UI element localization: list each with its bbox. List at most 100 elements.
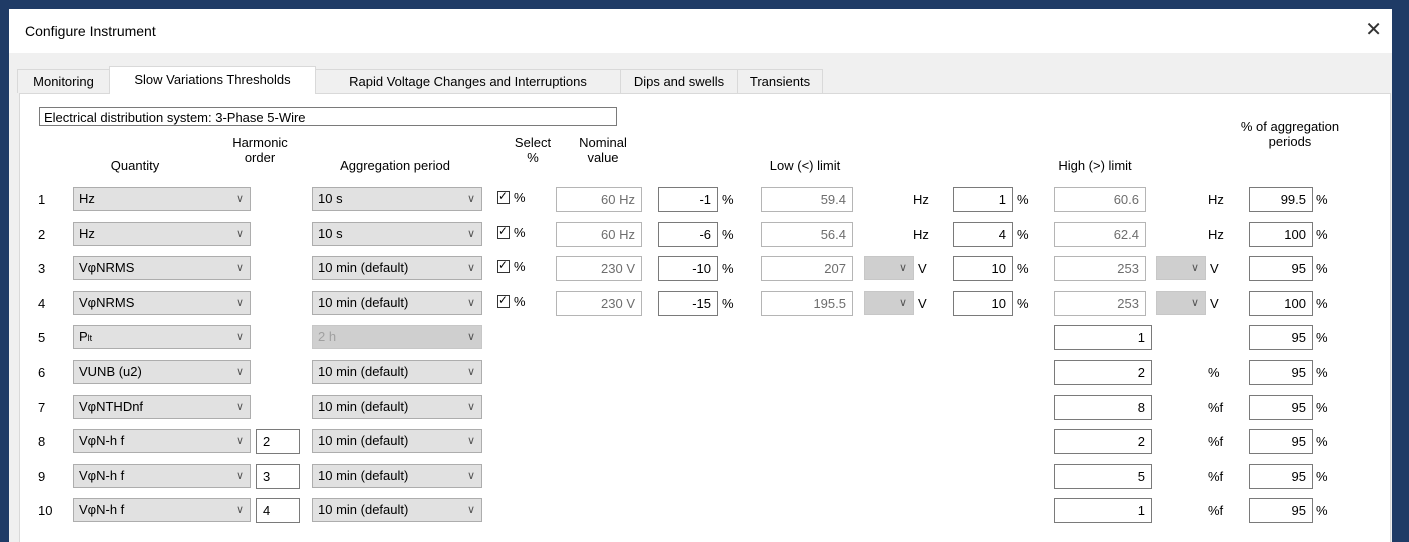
percent-sign: % [722,261,734,277]
chevron-down-icon: ∨ [235,504,244,517]
chevron-down-icon: ∨ [235,400,244,413]
aggregation-period-select[interactable]: 10 min (default) ∨ [312,360,482,384]
high-limit-input[interactable]: 1 [1054,325,1152,351]
aggregation-value: 10 min (default) [318,502,409,518]
aggregation-period-select[interactable]: 10 min (default) ∨ [312,394,482,419]
high-limit-percent-input[interactable]: 1 [953,187,1013,212]
chevron-down-icon: ∨ [466,469,475,482]
aggregation-percent-input[interactable]: 95 [1249,498,1313,524]
chevron-down-icon: ∨ [235,262,244,275]
tab-slow-variations-thresholds[interactable]: Slow Variations Thresholds [109,66,316,94]
low-limit-percent-input[interactable]: -10 [658,256,718,282]
aggregation-percent-input[interactable]: 95 [1249,360,1313,385]
quantity-select[interactable]: Hz ∨ [73,221,251,246]
low-limit-value-field: 207 [761,256,853,282]
percent-sign: % [1316,295,1328,311]
high-limit-percent-input[interactable]: 10 [953,256,1013,282]
percent-sign: % [1017,192,1029,207]
harmonic-order-input[interactable]: 3 [256,463,300,489]
chevron-down-icon: ∨ [898,262,907,275]
low-limit-value-field: 56.4 [761,221,853,247]
select-percent-checkbox[interactable] [497,258,510,274]
select-percent-label: % [514,259,526,275]
low-limit-percent-input[interactable]: -15 [658,290,718,316]
quantity-value: VφNTHDnf [79,398,144,414]
quantity-select[interactable]: VφNRMS ∨ [73,256,251,281]
select-percent-label: % [514,293,526,309]
aggregation-percent-input[interactable]: 95 [1249,463,1313,489]
tab-monitoring[interactable]: Monitoring [17,69,110,93]
header-high-limit: High (>) limit [1058,158,1132,173]
aggregation-value: 10 min (default) [318,364,409,379]
aggregation-period-select[interactable]: 10 min (default) ∨ [312,256,482,281]
aggregation-period-select[interactable]: 10 min (default) ∨ [312,290,482,315]
aggregation-period-select[interactable]: 10 min (default) ∨ [312,498,482,523]
aggregation-period-select[interactable]: 10 min (default) ∨ [312,429,482,454]
high-unit-label: % [1208,365,1220,380]
quantity-select[interactable]: VφNRMS ∨ [73,290,251,315]
aggregation-percent-input[interactable]: 100 [1249,290,1313,316]
quantity-value: VUNB (u2) [79,364,142,379]
quantity-select[interactable]: VφN-h f ∨ [73,498,251,523]
high-limit-percent-input[interactable]: 4 [953,221,1013,247]
high-limit-percent-input[interactable]: 10 [953,290,1013,316]
high-limit-input[interactable]: 1 [1054,498,1152,524]
low-unit-select: ∨ [864,290,914,315]
aggregation-period-select[interactable]: 10 min (default) ∨ [312,463,482,488]
quantity-value: VφNRMS [79,294,135,310]
high-limit-value-field: 60.6 [1054,187,1146,212]
chevron-down-icon: ∨ [466,193,475,205]
aggregation-value: 10 min (default) [318,294,409,310]
row-number: 9 [38,468,46,484]
high-limit-input[interactable]: 2 [1054,429,1152,455]
chevron-down-icon: ∨ [466,296,475,309]
high-limit-input[interactable]: 2 [1054,360,1152,385]
high-limit-input[interactable]: 5 [1054,463,1152,489]
low-limit-value-field: 195.5 [761,290,853,316]
low-limit-percent-input[interactable]: -1 [658,187,718,212]
aggregation-period-select: 2 h ∨ [312,325,482,350]
quantity-value: Hz [79,191,95,206]
aggregation-percent-input[interactable]: 95 [1249,256,1313,282]
quantity-select[interactable]: Plt ∨ [73,325,251,350]
percent-sign: % [1316,365,1328,380]
tab-rapid-voltage-changes[interactable]: Rapid Voltage Changes and Interruptions [315,69,621,93]
chevron-down-icon: ∨ [466,227,475,240]
quantity-select[interactable]: VφNTHDnf ∨ [73,394,251,419]
percent-sign: % [722,192,734,207]
harmonic-order-input[interactable]: 2 [256,429,300,455]
aggregation-percent-input[interactable]: 99.5 [1249,187,1313,212]
aggregation-value: 10 s [318,225,343,241]
select-percent-checkbox[interactable] [497,293,510,308]
quantity-value: VφN-h f [79,433,125,449]
quantity-select[interactable]: Hz ∨ [73,187,251,211]
header-nominal-value: Nominal value [579,135,627,165]
aggregation-period-select[interactable]: 10 s ∨ [312,221,482,246]
aggregation-percent-input[interactable]: 95 [1249,429,1313,455]
select-percent-checkbox[interactable] [497,189,510,204]
aggregation-value: 2 h [318,329,337,345]
harmonic-order-input[interactable]: 4 [256,498,300,524]
tab-transients[interactable]: Transients [737,69,823,93]
percent-sign: % [722,226,734,242]
aggregation-percent-input[interactable]: 95 [1249,325,1313,351]
quantity-select[interactable]: VφN-h f ∨ [73,429,251,454]
row-number: 2 [38,226,46,242]
aggregation-percent-input[interactable]: 95 [1249,394,1313,420]
select-percent-checkbox[interactable] [497,224,510,239]
close-icon[interactable]: ✕ [1365,17,1382,42]
percent-sign: % [1316,399,1328,415]
aggregation-period-select[interactable]: 10 s ∨ [312,187,482,211]
tab-dips-and-swells[interactable]: Dips and swells [620,69,738,93]
chevron-down-icon: ∨ [235,296,244,309]
quantity-select[interactable]: VφN-h f ∨ [73,463,251,488]
high-limit-input[interactable]: 8 [1054,394,1152,420]
high-unit-label: %f [1208,503,1224,519]
aggregation-percent-input[interactable]: 100 [1249,221,1313,247]
title-bar: Configure Instrument ✕ [9,9,1392,53]
quantity-value: Hz [79,225,95,241]
quantity-value: VφN-h f [79,502,125,518]
quantity-select[interactable]: VUNB (u2) ∨ [73,360,251,384]
low-limit-percent-input[interactable]: -6 [658,221,718,247]
chevron-down-icon: ∨ [235,366,244,378]
